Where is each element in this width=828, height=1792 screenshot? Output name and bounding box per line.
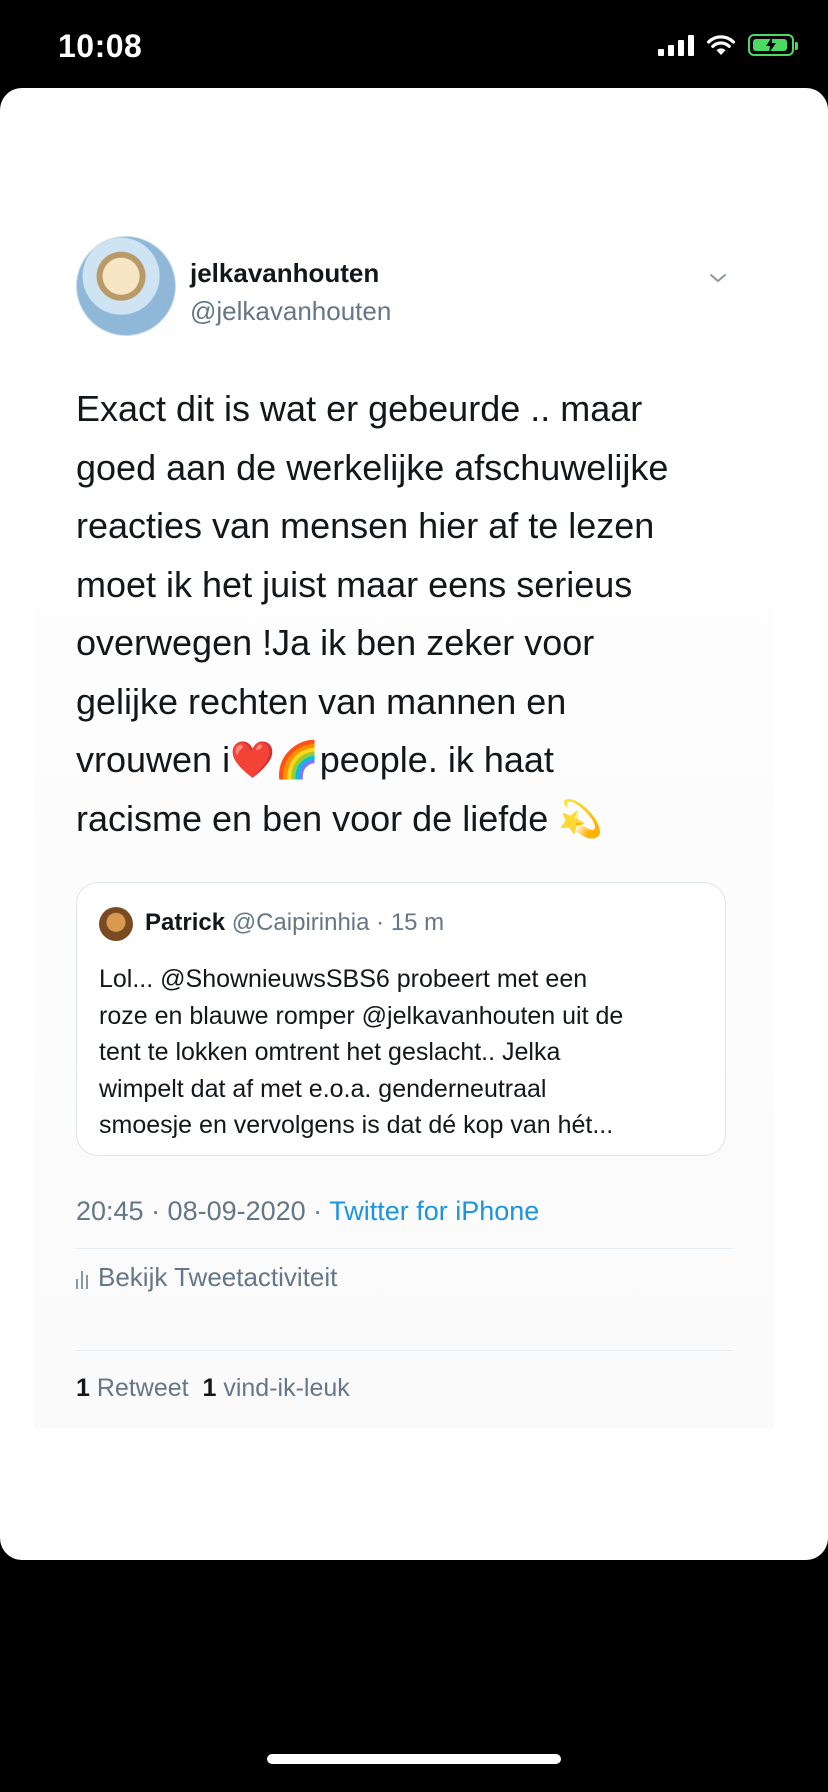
- user-handle[interactable]: @jelkavanhouten: [190, 296, 391, 327]
- like-label[interactable]: vind-ik-leuk: [223, 1374, 349, 1402]
- status-icons: [658, 34, 798, 56]
- quoted-tweet[interactable]: Patrick @Caipirinhia · 15 m Lol... @Show…: [76, 882, 726, 1156]
- tweet-meta: 20:45 · 08-09-2020 · Twitter for iPhone: [76, 1196, 539, 1227]
- screenshot-sheet: jelkavanhouten @jelkavanhouten Exact dit…: [0, 88, 828, 1560]
- home-indicator[interactable]: [267, 1754, 561, 1764]
- status-bar: 10:08: [0, 0, 828, 88]
- cellular-signal-icon: [658, 34, 694, 56]
- timestamp: 20:45 · 08-09-2020 ·: [76, 1196, 330, 1226]
- battery-charging-icon: [748, 34, 798, 56]
- quoted-avatar: [99, 907, 133, 941]
- quoted-text: Lol... @ShownieuwsSBS6 probeert met een …: [99, 965, 624, 1139]
- avatar[interactable]: [76, 236, 176, 336]
- like-count: 1: [202, 1374, 217, 1402]
- quoted-handle-time: @Caipirinhia · 15 m: [231, 909, 445, 936]
- tweet-card: jelkavanhouten @jelkavanhouten Exact dit…: [34, 216, 774, 1428]
- display-name[interactable]: jelkavanhouten: [190, 258, 379, 289]
- divider: [76, 1350, 732, 1351]
- quoted-name: Patrick: [145, 909, 226, 936]
- quoted-header: Patrick @Caipirinhia · 15 m: [145, 909, 444, 937]
- chevron-down-icon[interactable]: [706, 266, 730, 290]
- tweet-text: Exact dit is wat er gebeurde .. maar goe…: [76, 388, 669, 839]
- retweet-count: 1: [76, 1374, 90, 1402]
- divider: [76, 1248, 732, 1249]
- source-link[interactable]: Twitter for iPhone: [329, 1196, 539, 1226]
- status-time: 10:08: [58, 28, 143, 64]
- tweet-stats: 1 Retweet 1 vind-ik-leuk: [76, 1374, 350, 1403]
- tweet-activity-link[interactable]: Bekijk Tweetactiviteit: [76, 1262, 337, 1293]
- retweet-label[interactable]: Retweet: [97, 1374, 189, 1402]
- bar-chart-icon: [76, 1267, 88, 1289]
- wifi-icon: [707, 35, 735, 55]
- activity-label: Bekijk Tweetactiviteit: [98, 1262, 338, 1292]
